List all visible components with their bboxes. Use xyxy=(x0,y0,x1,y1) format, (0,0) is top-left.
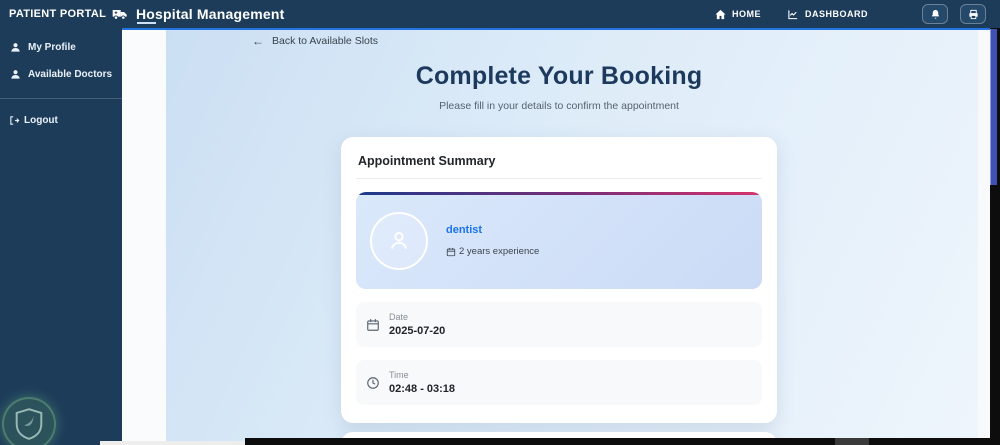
calendar-icon xyxy=(366,318,380,332)
brand-label: PATIENT PORTAL xyxy=(9,8,107,20)
horizontal-scrollbar-thumb[interactable] xyxy=(835,438,869,445)
doctor-avatar xyxy=(370,211,428,270)
user-icon xyxy=(10,42,21,53)
shield-logo-watermark xyxy=(2,397,56,445)
time-label: Time xyxy=(389,370,409,380)
print-button[interactable] xyxy=(960,4,986,24)
nav-home[interactable]: HOME xyxy=(715,9,761,20)
home-icon xyxy=(715,9,726,20)
sidebar-divider xyxy=(0,98,122,99)
time-texts: Time 02:48 - 03:18 xyxy=(389,370,455,395)
time-value: 02:48 - 03:18 xyxy=(389,383,456,395)
calendar-icon xyxy=(446,247,456,257)
main-content: ← Back to Available Slots Complete Your … xyxy=(166,30,978,445)
sidebar-item-available-doctors[interactable]: Available Doctors xyxy=(0,61,122,88)
date-texts: Date 2025-07-20 xyxy=(389,312,445,337)
summary-heading: Appointment Summary xyxy=(356,152,762,179)
sidebar-logout-button[interactable]: Logout xyxy=(0,107,122,134)
horizontal-scrollbar-track-left xyxy=(100,441,245,445)
page-title: Complete Your Booking xyxy=(415,62,703,90)
title-underline xyxy=(137,22,156,24)
printer-icon xyxy=(968,9,979,20)
clock-icon xyxy=(366,376,380,390)
vertical-scrollbar-thumb[interactable] xyxy=(990,29,997,185)
date-value: 2025-07-20 xyxy=(389,325,446,337)
top-nav: HOME DASHBOARD xyxy=(715,9,868,20)
content-edge-strip xyxy=(978,30,990,445)
horizontal-scrollbar[interactable] xyxy=(245,438,1000,445)
date-row: Date 2025-07-20 xyxy=(356,302,762,347)
user-icon xyxy=(10,69,21,80)
dashboard-icon xyxy=(787,9,799,20)
back-to-slots-link[interactable]: ← Back to Available Slots xyxy=(252,34,378,48)
page-subtitle: Please fill in your details to confirm t… xyxy=(439,100,679,112)
top-header: PATIENT PORTAL Hospital Management HOME xyxy=(0,0,1000,28)
header-actions xyxy=(922,4,986,24)
sidebar-item-my-profile[interactable]: My Profile xyxy=(0,34,122,61)
bell-icon xyxy=(930,9,941,20)
doctor-info: dentist 2 years experience xyxy=(446,224,539,257)
logout-icon xyxy=(9,115,20,126)
date-label: Date xyxy=(389,312,409,322)
doctor-card: dentist 2 years experience xyxy=(356,192,762,289)
doctor-experience: 2 years experience xyxy=(446,246,539,257)
notifications-button[interactable] xyxy=(922,4,948,24)
time-row: Time 02:48 - 03:18 xyxy=(356,360,762,405)
back-arrow-icon: ← xyxy=(252,34,264,48)
header-accent-line xyxy=(122,28,1000,30)
ambulance-icon xyxy=(112,8,128,20)
appointment-summary-card: Appointment Summary dentist 2 years expe… xyxy=(341,137,777,423)
doctor-name[interactable]: dentist xyxy=(446,224,539,236)
brand: PATIENT PORTAL xyxy=(0,8,127,20)
page-head: Complete Your Booking Please fill in you… xyxy=(341,62,777,112)
content-gutter xyxy=(122,30,166,445)
nav-dashboard[interactable]: DASHBOARD xyxy=(787,9,868,20)
vertical-scrollbar[interactable] xyxy=(990,28,1000,445)
app-title: Hospital Management xyxy=(136,6,285,24)
sidebar: My Profile Available Doctors Logout xyxy=(0,28,122,445)
